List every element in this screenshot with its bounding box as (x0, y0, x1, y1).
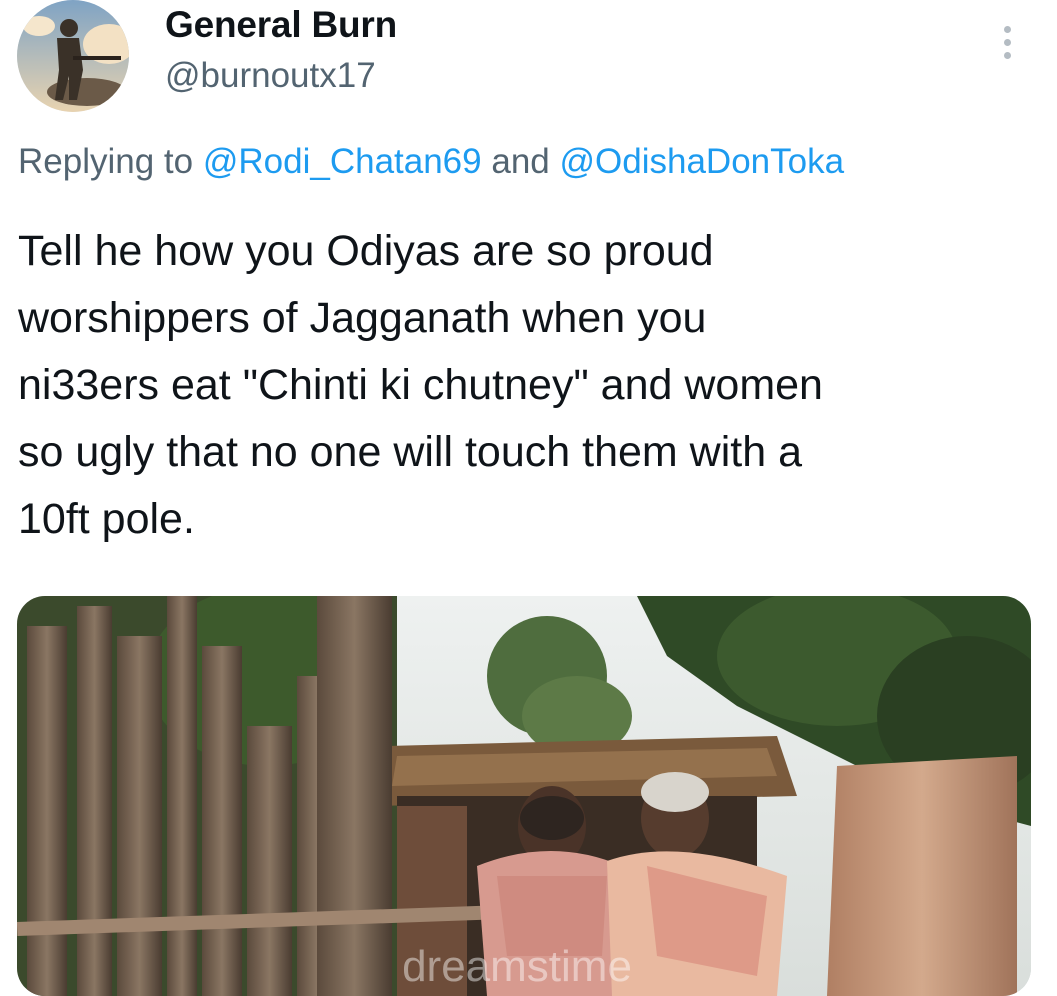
author-handle[interactable]: @burnoutx17 (165, 56, 376, 96)
soldier-silhouette-avatar (17, 0, 129, 112)
more-dot (1003, 38, 1011, 46)
mention-link[interactable]: @Rodi_Chatan69 (203, 142, 482, 181)
reply-prefix: Replying to (18, 142, 194, 181)
photo-two-women-hut: dreamstime (17, 596, 1031, 996)
more-dot (1003, 25, 1011, 33)
more-options-icon[interactable] (990, 18, 1024, 66)
mention-link[interactable]: @OdishaDonToka (560, 142, 845, 181)
tweet-line: ni33ers eat "Chinti ki chutney" and wome… (18, 361, 823, 409)
tweet-text: Tell he how you Odiyas are so proud wors… (18, 218, 1038, 553)
tweet-media-photo[interactable]: dreamstime (17, 596, 1031, 996)
tweet-line: 10ft pole. (18, 495, 195, 543)
avatar[interactable] (17, 0, 129, 112)
tweet-line: Tell he how you Odiyas are so proud (18, 227, 714, 275)
reply-conjunction: and (491, 142, 550, 181)
author-display-name[interactable]: General Burn (165, 4, 397, 46)
more-dot (1003, 51, 1011, 59)
reply-context: Replying to @Rodi_Chatan69 and @OdishaDo… (18, 142, 844, 182)
watermark-text: dreamstime (402, 942, 632, 991)
tweet-line: worshippers of Jagganath when you (18, 294, 707, 342)
tweet-line: so ugly that no one will touch them with… (18, 428, 802, 476)
